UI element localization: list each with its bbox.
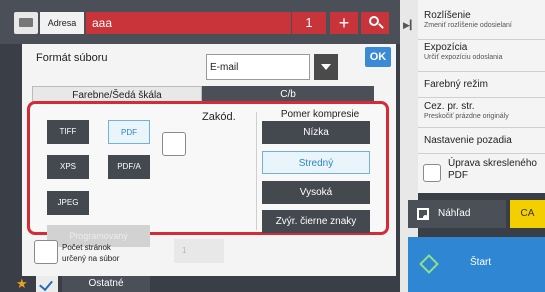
right-menu: Rozlíšenie Zmeniť rozlíšenie odosielaní … xyxy=(418,0,545,193)
start-icon xyxy=(419,254,439,274)
file-type-xps-button[interactable]: XPS xyxy=(47,155,89,179)
menu-item-background[interactable]: Nastavenie pozadia xyxy=(418,128,545,154)
pages-per-file-input: 1 xyxy=(174,239,224,263)
start-label: Štart xyxy=(470,257,492,268)
ca-button[interactable]: CA xyxy=(510,200,545,228)
pages-per-file-label-line1: Počet stránok xyxy=(62,243,111,252)
menu-item-skip-blank[interactable]: Cez. pr. str. Preskočiť prázdne originál… xyxy=(418,98,545,128)
menu-item-resolution-title: Rozlíšenie xyxy=(424,10,471,21)
collapse-arrow-icon[interactable]: ▶▎ xyxy=(403,20,417,31)
encrypt-checkbox[interactable] xyxy=(162,132,186,156)
pages-per-file-label-line2: určený na súbor xyxy=(62,254,120,263)
favorite-star-icon[interactable]: ★ xyxy=(16,275,28,292)
address-label: Adresa xyxy=(40,12,84,34)
menu-item-skip-blank-title: Cez. pr. str. xyxy=(424,101,475,112)
menu-item-resolution[interactable]: Rozlíšenie Zmeniť rozlíšenie odosielaní xyxy=(418,0,545,40)
compression-low-button[interactable]: Nízka xyxy=(262,121,370,144)
encrypt-label: Zakód. xyxy=(202,111,236,123)
preview-label: Náhľad xyxy=(438,208,471,219)
start-button[interactable]: Štart xyxy=(408,237,545,292)
compression-high-button[interactable]: Vysoká xyxy=(262,181,370,204)
menu-item-exposure-title: Expozícia xyxy=(424,42,468,53)
checkmark-icon[interactable] xyxy=(36,276,58,292)
compression-enhanced-black-button[interactable]: Zvýr. čierne znaky xyxy=(262,210,370,233)
file-type-pdf-button[interactable]: PDF xyxy=(108,120,150,144)
menu-item-pdf-correction-line1: Úprava skresleného xyxy=(448,158,537,169)
address-bar: Adresa aaa 1 + xyxy=(0,0,400,44)
ok-button[interactable]: OK xyxy=(365,47,391,67)
address-count: 1 xyxy=(292,12,326,34)
menu-item-pdf-correction-line2: PDF xyxy=(448,170,468,181)
add-address-button[interactable]: + xyxy=(330,12,358,34)
menu-item-skip-blank-subtitle: Preskočiť prázdne originály xyxy=(424,113,509,120)
file-format-panel: Formát súboru E-mail OK Farebne/Šedá šká… xyxy=(22,44,396,276)
compression-medium-button[interactable]: Stredný xyxy=(262,151,370,174)
file-type-pdfa-button[interactable]: PDF/A xyxy=(108,155,150,179)
menu-item-resolution-subtitle: Zmeniť rozlíšenie odosielaní xyxy=(424,22,512,29)
other-button[interactable]: Ostatné xyxy=(62,276,150,292)
pdf-correction-checkbox[interactable] xyxy=(423,164,441,182)
format-select[interactable]: E-mail xyxy=(206,54,310,80)
file-type-tiff-button[interactable]: TIFF xyxy=(47,120,89,144)
address-input[interactable]: aaa xyxy=(86,12,291,34)
pages-per-file-checkbox[interactable] xyxy=(34,240,58,264)
panel-title: Formát súboru xyxy=(36,52,108,64)
file-type-jpeg-button[interactable]: JPEG xyxy=(47,191,89,215)
menu-item-color-mode[interactable]: Farebný režim xyxy=(418,72,545,98)
compression-title: Pomer kompresie xyxy=(280,109,360,120)
pages-per-file-label: Počet stránok určený na súbor xyxy=(62,242,119,264)
menu-item-pdf-correction[interactable]: Úprava skresleného PDF xyxy=(418,154,545,193)
address-book-icon[interactable] xyxy=(14,12,38,34)
preview-icon xyxy=(417,208,429,220)
chevron-down-icon[interactable] xyxy=(314,54,338,80)
menu-item-exposure-subtitle: Určiť expozíciu odoslania xyxy=(424,54,503,61)
menu-item-exposure[interactable]: Expozícia Určiť expozíciu odoslania xyxy=(418,40,545,72)
divider xyxy=(256,112,257,230)
preview-button[interactable]: Náhľad xyxy=(408,200,506,228)
search-icon[interactable] xyxy=(361,12,389,34)
